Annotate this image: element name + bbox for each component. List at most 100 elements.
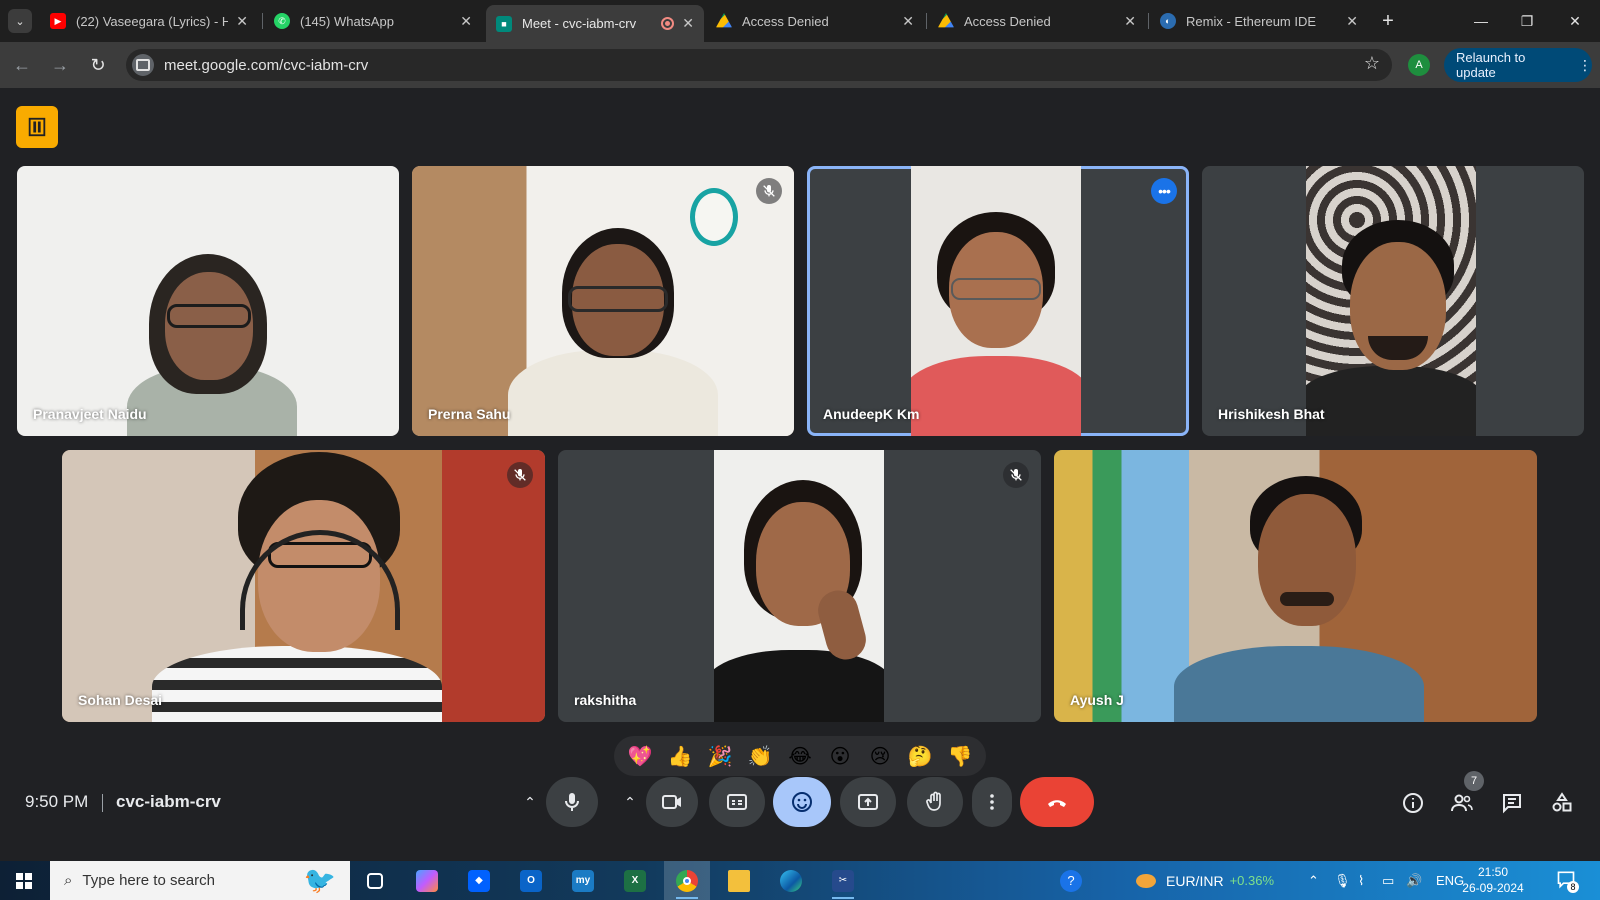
more-options-icon[interactable]: ••• bbox=[1151, 178, 1177, 204]
profile-avatar[interactable]: A bbox=[1408, 54, 1430, 76]
reaction-thinking-icon[interactable]: 🤔 bbox=[903, 744, 937, 769]
participant-tile[interactable]: Sohan Desai bbox=[62, 450, 545, 722]
microphone-button[interactable] bbox=[546, 777, 598, 827]
chat-icon[interactable] bbox=[1497, 788, 1527, 818]
system-date: 26-09-2024 bbox=[1462, 881, 1524, 895]
tab-whatsapp[interactable]: ✆ (145) WhatsApp ✕ bbox=[264, 5, 482, 37]
drive-icon bbox=[938, 13, 954, 28]
taskbar-search-box[interactable]: ⌕ Type here to search 🐦 bbox=[50, 861, 350, 900]
reaction-party-popper-icon[interactable]: 🎉 bbox=[703, 744, 737, 769]
address-bar[interactable]: meet.google.com/cvc-iabm-crv ☆ bbox=[126, 49, 1392, 81]
present-button[interactable] bbox=[840, 777, 896, 827]
reload-icon[interactable]: ↻ bbox=[86, 53, 110, 77]
close-icon[interactable]: ✕ bbox=[236, 13, 248, 30]
reaction-clapping-icon[interactable]: 👏 bbox=[743, 744, 777, 769]
present-screen-icon bbox=[858, 794, 878, 810]
chrome-icon[interactable] bbox=[664, 861, 710, 900]
volume-icon[interactable]: 🔊 bbox=[1406, 861, 1422, 900]
closed-captions-icon bbox=[727, 794, 747, 810]
browser-tab-bar: ⌄ ▶ (22) Vaseegara (Lyrics) - H ✕ ✆ (145… bbox=[0, 0, 1600, 42]
microphone-icon bbox=[565, 793, 579, 811]
tab-remix[interactable]: ◐ Remix - Ethereum IDE ✕ bbox=[1150, 5, 1368, 37]
close-icon[interactable]: ✕ bbox=[1124, 13, 1136, 30]
captions-button[interactable] bbox=[709, 777, 765, 827]
tab-youtube[interactable]: ▶ (22) Vaseegara (Lyrics) - H ✕ bbox=[40, 5, 258, 37]
more-vert-icon: ⋮ bbox=[1578, 56, 1592, 73]
reaction-thumbs-up-icon[interactable]: 👍 bbox=[663, 744, 697, 769]
mic-off-icon bbox=[507, 462, 533, 488]
tab-search-chevron-icon[interactable]: ⌄ bbox=[8, 9, 32, 33]
notification-center-icon[interactable]: 8 bbox=[1556, 869, 1580, 893]
mysql-workbench-icon[interactable]: my bbox=[560, 861, 606, 900]
microphone-tray-icon[interactable]: 🎙 bbox=[1334, 861, 1351, 900]
help-icon[interactable]: ? bbox=[1060, 861, 1082, 900]
close-icon[interactable]: ✕ bbox=[682, 15, 694, 32]
close-icon[interactable]: ✕ bbox=[1346, 13, 1358, 30]
people-icon[interactable] bbox=[1447, 788, 1477, 818]
notification-count-badge: 8 bbox=[1567, 881, 1579, 893]
tab-meet[interactable]: ■ Meet - cvc-iabm-crv ✕ bbox=[486, 5, 704, 42]
participant-name: Hrishikesh Bhat bbox=[1218, 406, 1325, 422]
meeting-activities-icon[interactable] bbox=[16, 106, 58, 148]
tab-access-denied-2[interactable]: Access Denied ✕ bbox=[928, 5, 1146, 37]
remix-icon: ◐ bbox=[1160, 13, 1176, 29]
audio-settings-chevron-icon[interactable]: ⌃ bbox=[516, 777, 544, 827]
dropbox-icon[interactable]: ◆ bbox=[456, 861, 502, 900]
task-view-icon[interactable] bbox=[352, 861, 398, 900]
battery-icon[interactable]: ▭ bbox=[1382, 861, 1394, 900]
back-arrow-icon[interactable]: ← bbox=[10, 53, 34, 77]
minimize-icon[interactable]: — bbox=[1466, 9, 1496, 33]
participant-tile[interactable]: ••• AnudeepK Km bbox=[807, 166, 1189, 436]
participant-name: Sohan Desai bbox=[78, 692, 163, 708]
currency-pair: EUR/INR bbox=[1166, 872, 1224, 889]
end-call-icon bbox=[1048, 800, 1066, 807]
window-close-icon[interactable]: ✕ bbox=[1560, 9, 1590, 33]
reaction-laughing-icon[interactable]: 😂 bbox=[783, 744, 817, 769]
search-icon: ⌕ bbox=[64, 872, 73, 889]
leave-call-button[interactable] bbox=[1020, 777, 1094, 827]
reactions-bar: 💖 👍 🎉 👏 😂 😮 😢 🤔 👎 bbox=[614, 736, 986, 776]
site-info-icon[interactable] bbox=[132, 54, 154, 76]
excel-icon[interactable]: X bbox=[612, 861, 658, 900]
bookmark-star-icon[interactable]: ☆ bbox=[1364, 53, 1380, 74]
participant-tile[interactable]: Prerna Sahu bbox=[412, 166, 794, 436]
copilot-icon[interactable] bbox=[404, 861, 450, 900]
edge-icon[interactable] bbox=[768, 861, 814, 900]
participant-tile[interactable]: Hrishikesh Bhat bbox=[1202, 166, 1584, 436]
snipping-tool-icon[interactable]: ✂ bbox=[820, 861, 866, 900]
meeting-info-icon[interactable] bbox=[1398, 788, 1428, 818]
file-explorer-icon[interactable] bbox=[716, 861, 762, 900]
participant-name: rakshitha bbox=[574, 692, 637, 708]
reactions-button[interactable] bbox=[773, 777, 831, 827]
windows-start-icon[interactable] bbox=[0, 861, 48, 900]
restore-icon[interactable]: ❐ bbox=[1512, 9, 1542, 33]
network-icon[interactable]: ⌇ bbox=[1358, 861, 1364, 900]
search-highlight-bird-icon: 🐦 bbox=[303, 865, 336, 895]
participant-tile[interactable]: Pranavjeet Naidu bbox=[17, 166, 399, 436]
system-clock[interactable]: 21:50 26-09-2024 bbox=[1458, 864, 1528, 896]
activities-icon[interactable] bbox=[1547, 788, 1577, 818]
outlook-icon[interactable]: O bbox=[508, 861, 554, 900]
close-icon[interactable]: ✕ bbox=[460, 13, 472, 30]
meeting-code[interactable]: cvc-iabm-crv bbox=[116, 792, 221, 812]
currency-widget[interactable]: EUR/INR +0.36% bbox=[1136, 861, 1274, 900]
relaunch-button[interactable]: Relaunch to update ⋮ bbox=[1444, 48, 1592, 82]
recording-icon bbox=[661, 17, 675, 30]
video-settings-chevron-icon[interactable]: ⌃ bbox=[616, 777, 644, 827]
show-hidden-icons-icon[interactable]: ⌃ bbox=[1308, 861, 1319, 900]
reaction-heart-icon[interactable]: 💖 bbox=[623, 744, 657, 769]
url-text[interactable]: meet.google.com/cvc-iabm-crv bbox=[164, 57, 368, 74]
raise-hand-button[interactable] bbox=[907, 777, 963, 827]
close-icon[interactable]: ✕ bbox=[902, 13, 914, 30]
new-tab-plus-icon[interactable]: + bbox=[1376, 9, 1400, 33]
reaction-thumbs-down-icon[interactable]: 👎 bbox=[943, 744, 977, 769]
participant-name: Ayush J bbox=[1070, 692, 1124, 708]
participant-tile[interactable]: Ayush J bbox=[1054, 450, 1537, 722]
reaction-crying-icon[interactable]: 😢 bbox=[863, 744, 897, 769]
forward-arrow-icon[interactable]: → bbox=[48, 53, 72, 77]
more-options-button[interactable] bbox=[972, 777, 1012, 827]
tab-access-denied-1[interactable]: Access Denied ✕ bbox=[706, 5, 924, 37]
camera-button[interactable] bbox=[646, 777, 698, 827]
reaction-surprised-icon[interactable]: 😮 bbox=[823, 744, 857, 769]
participant-tile[interactable]: rakshitha bbox=[558, 450, 1041, 722]
